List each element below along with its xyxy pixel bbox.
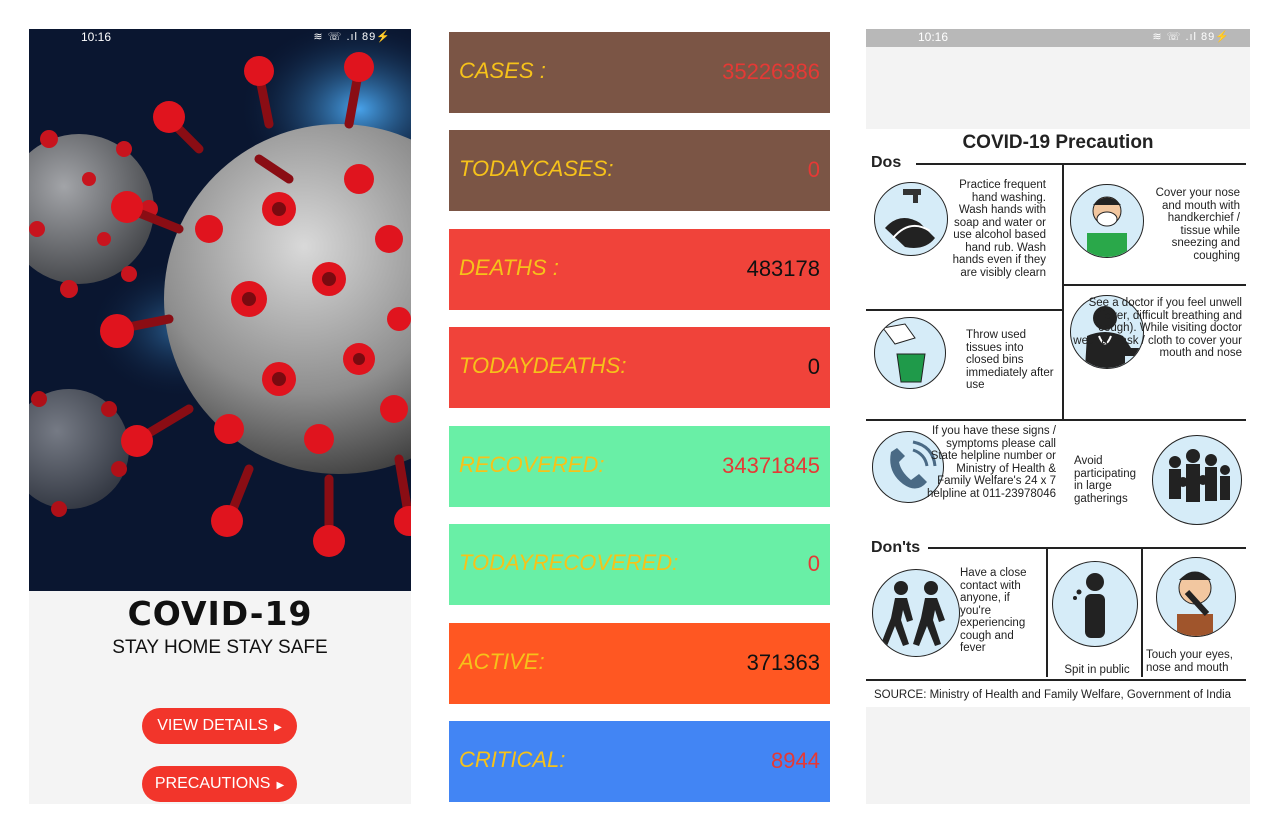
play-arrow-icon: ▶ xyxy=(276,780,285,791)
stat-value: 483178 xyxy=(746,256,820,281)
stat-row-critical: CRITICAL: 8944 xyxy=(449,721,830,802)
divider xyxy=(1062,165,1064,421)
dos-heading: Dos xyxy=(871,154,902,171)
crowd-icon xyxy=(1152,435,1242,525)
status-icons: ≋ ☏ .ıl 89⚡ xyxy=(1152,31,1230,43)
dont-spit-text: Spit in public xyxy=(1064,664,1130,676)
stat-value: 0 xyxy=(807,354,820,379)
precautions-button[interactable]: PRECAUTIONS ▶ xyxy=(142,766,297,802)
poster-title: COVID-19 Precaution xyxy=(962,132,1154,153)
view-details-label: VIEW DETAILS xyxy=(157,717,269,734)
play-arrow-icon: ▶ xyxy=(274,722,282,733)
stat-row-todaycases: TODAYCASES: 0 xyxy=(449,130,830,211)
precaution-poster: COVID-19 Precaution Dos Practice frequen… xyxy=(866,129,1250,707)
precautions-screen: 10:16 ≋ ☏ .ıl 89⚡ COVID-19 Precaution Do… xyxy=(866,29,1250,804)
spit-icon xyxy=(1052,561,1138,647)
stat-value: 371363 xyxy=(746,650,820,675)
source-note: SOURCE: Ministry of Health and Family We… xyxy=(874,689,1232,701)
donts-heading: Don'ts xyxy=(871,539,921,556)
home-screen: 10:16 ≋ ☏ .ıl 89⚡ COVID-19 STAY HOME STA… xyxy=(29,29,411,804)
status-icons: ≋ ☏ .ıl 89⚡ xyxy=(313,31,391,43)
divider xyxy=(1141,547,1143,677)
cover-nose-icon xyxy=(1070,184,1144,258)
status-time: 10:16 xyxy=(918,30,949,44)
hand-washing-icon xyxy=(874,182,948,256)
do-hand-washing-text: Practice frequent hand washing. Wash han… xyxy=(952,179,1046,279)
stat-row-deaths: DEATHS : 483178 xyxy=(449,229,830,310)
tissue-bin-icon xyxy=(874,317,946,389)
dont-close-contact-text: Have a close contact with anyone, if you… xyxy=(960,567,1027,654)
stat-label: CRITICAL: xyxy=(459,747,566,772)
divider xyxy=(1062,284,1246,286)
status-bar: 10:16 ≋ ☏ .ıl 89⚡ xyxy=(866,29,1250,47)
stat-label: TODAYRECOVERED: xyxy=(459,550,679,575)
stat-label: RECOVERED: xyxy=(459,452,605,477)
stat-label: CASES : xyxy=(459,58,546,83)
stat-row-cases: CASES : 35226386 xyxy=(449,32,830,113)
stat-value: 8944 xyxy=(771,748,820,773)
stat-label: TODAYDEATHS: xyxy=(459,353,627,378)
status-bar: 10:16 ≋ ☏ .ıl 89⚡ xyxy=(29,29,411,47)
do-tissues-text: Throw used tissues into closed bins imme… xyxy=(966,329,1054,391)
dont-touch-face-text: Touch your eyes, nose and mouth xyxy=(1146,649,1233,674)
do-doctor-text: See a doctor if you feel unwell (fever, … xyxy=(1073,297,1242,359)
stat-value: 34371845 xyxy=(722,453,820,478)
stat-value: 0 xyxy=(807,551,820,576)
tagline: STAY HOME STAY SAFE xyxy=(112,637,328,658)
do-cover-nose-text: Cover your nose and mouth with handkerch… xyxy=(1155,187,1240,262)
divider xyxy=(1046,547,1048,677)
divider xyxy=(866,419,1246,421)
status-time: 10:16 xyxy=(81,30,112,44)
touch-face-icon xyxy=(1156,557,1236,637)
view-details-button[interactable]: VIEW DETAILS ▶ xyxy=(142,708,297,744)
stat-label: TODAYCASES: xyxy=(459,156,614,181)
stat-value: 0 xyxy=(807,157,820,182)
stat-value: 35226386 xyxy=(722,59,820,84)
stat-label: ACTIVE: xyxy=(459,649,545,674)
do-gatherings-text: Avoid participating in large gatherings xyxy=(1074,455,1137,505)
precautions-label: PRECAUTIONS xyxy=(154,775,271,792)
divider xyxy=(866,309,1062,311)
stat-row-todayrecovered: TODAYRECOVERED: 0 xyxy=(449,524,830,605)
do-helpline-text: If you have these signs / symptoms pleas… xyxy=(927,425,1056,500)
app-title: COVID-19 xyxy=(127,594,313,633)
divider xyxy=(866,679,1246,681)
stat-label: DEATHS : xyxy=(459,255,559,280)
stat-row-recovered: RECOVERED: 34371845 xyxy=(449,426,830,507)
divider xyxy=(928,547,1246,549)
stat-row-active: ACTIVE: 371363 xyxy=(449,623,830,704)
close-contact-icon xyxy=(872,569,960,657)
divider xyxy=(916,163,1246,165)
virus-hero-image xyxy=(29,29,411,591)
stat-row-todaydeaths: TODAYDEATHS: 0 xyxy=(449,327,830,408)
stats-screen: CASES : 35226386 TODAYCASES: 0 DEATHS : … xyxy=(440,29,838,804)
